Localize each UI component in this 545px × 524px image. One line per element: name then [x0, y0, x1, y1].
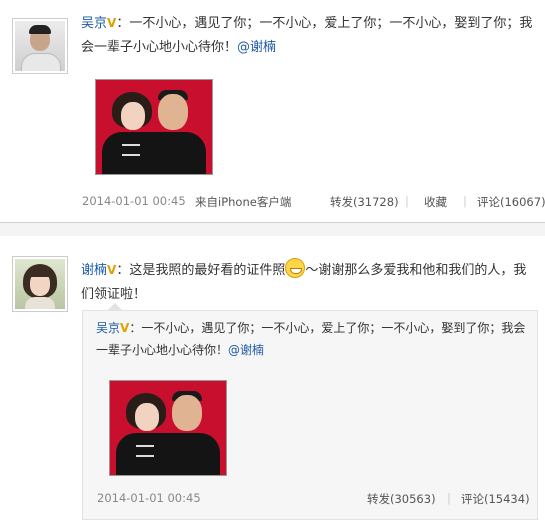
quoted-photo[interactable] [109, 380, 227, 476]
quoted-comment-button[interactable]: 评论(15434) [461, 491, 530, 507]
avatar-image [15, 21, 65, 71]
avatar-xienan[interactable] [12, 256, 68, 312]
post-source[interactable]: 来自iPhone客户端 [195, 194, 291, 210]
avatar-image [15, 259, 65, 309]
divider: | [463, 194, 467, 208]
quoted-time[interactable]: 2014-01-01 00:45 [97, 491, 201, 505]
quote-pointer [108, 303, 122, 310]
post-body: 吴京V：一不小心，遇见了你；一不小心，爱上了你；一不小心，娶到了你；我会一辈子小… [81, 11, 541, 60]
quoted-text: ：一不小心，遇见了你；一不小心，爱上了你；一不小心，娶到了你；我会一辈子小心地小… [96, 321, 526, 357]
divider: | [447, 491, 451, 505]
post-time[interactable]: 2014-01-01 00:45 [82, 194, 186, 208]
divider: | [405, 194, 409, 208]
repost-button[interactable]: 转发(31728) [330, 194, 399, 210]
separator [0, 222, 545, 223]
favorite-button[interactable]: 收藏 [424, 194, 447, 210]
post-text: ：一不小心，遇见了你；一不小心，爱上了你；一不小心，娶到了你；我会一辈子小心地小… [81, 16, 533, 55]
comment-button[interactable]: 评论(16067) [477, 194, 545, 210]
post-text: ：这是我照的最好看的证件照 [116, 263, 286, 278]
grin-emoji-icon [285, 258, 306, 278]
author-name[interactable]: 吴京 [81, 16, 107, 31]
weibo-post-1: 吴京V：一不小心，遇见了你；一不小心，爱上了你；一不小心，娶到了你；我会一辈子小… [0, 0, 545, 222]
v-badge-icon: V [107, 16, 117, 30]
quoted-author-name[interactable]: 吴京 [96, 321, 120, 335]
mention-link[interactable]: @谢楠 [237, 40, 276, 55]
post-photo[interactable] [95, 79, 213, 175]
avatar-wujing[interactable] [12, 18, 68, 74]
v-badge-icon: V [120, 321, 130, 335]
quoted-body: 吴京V：一不小心，遇见了你；一不小心，爱上了你；一不小心，娶到了你；我会一辈子小… [96, 317, 536, 361]
author-name[interactable]: 谢楠 [81, 263, 107, 278]
mention-link[interactable]: @谢楠 [228, 343, 264, 357]
v-badge-icon: V [107, 263, 117, 277]
post-body: 谢楠V：这是我照的最好看的证件照 ～谢谢那么多爱我和他和我们的人，我们领证啦！ [81, 258, 536, 307]
quoted-repost-button[interactable]: 转发(30563) [367, 491, 436, 507]
